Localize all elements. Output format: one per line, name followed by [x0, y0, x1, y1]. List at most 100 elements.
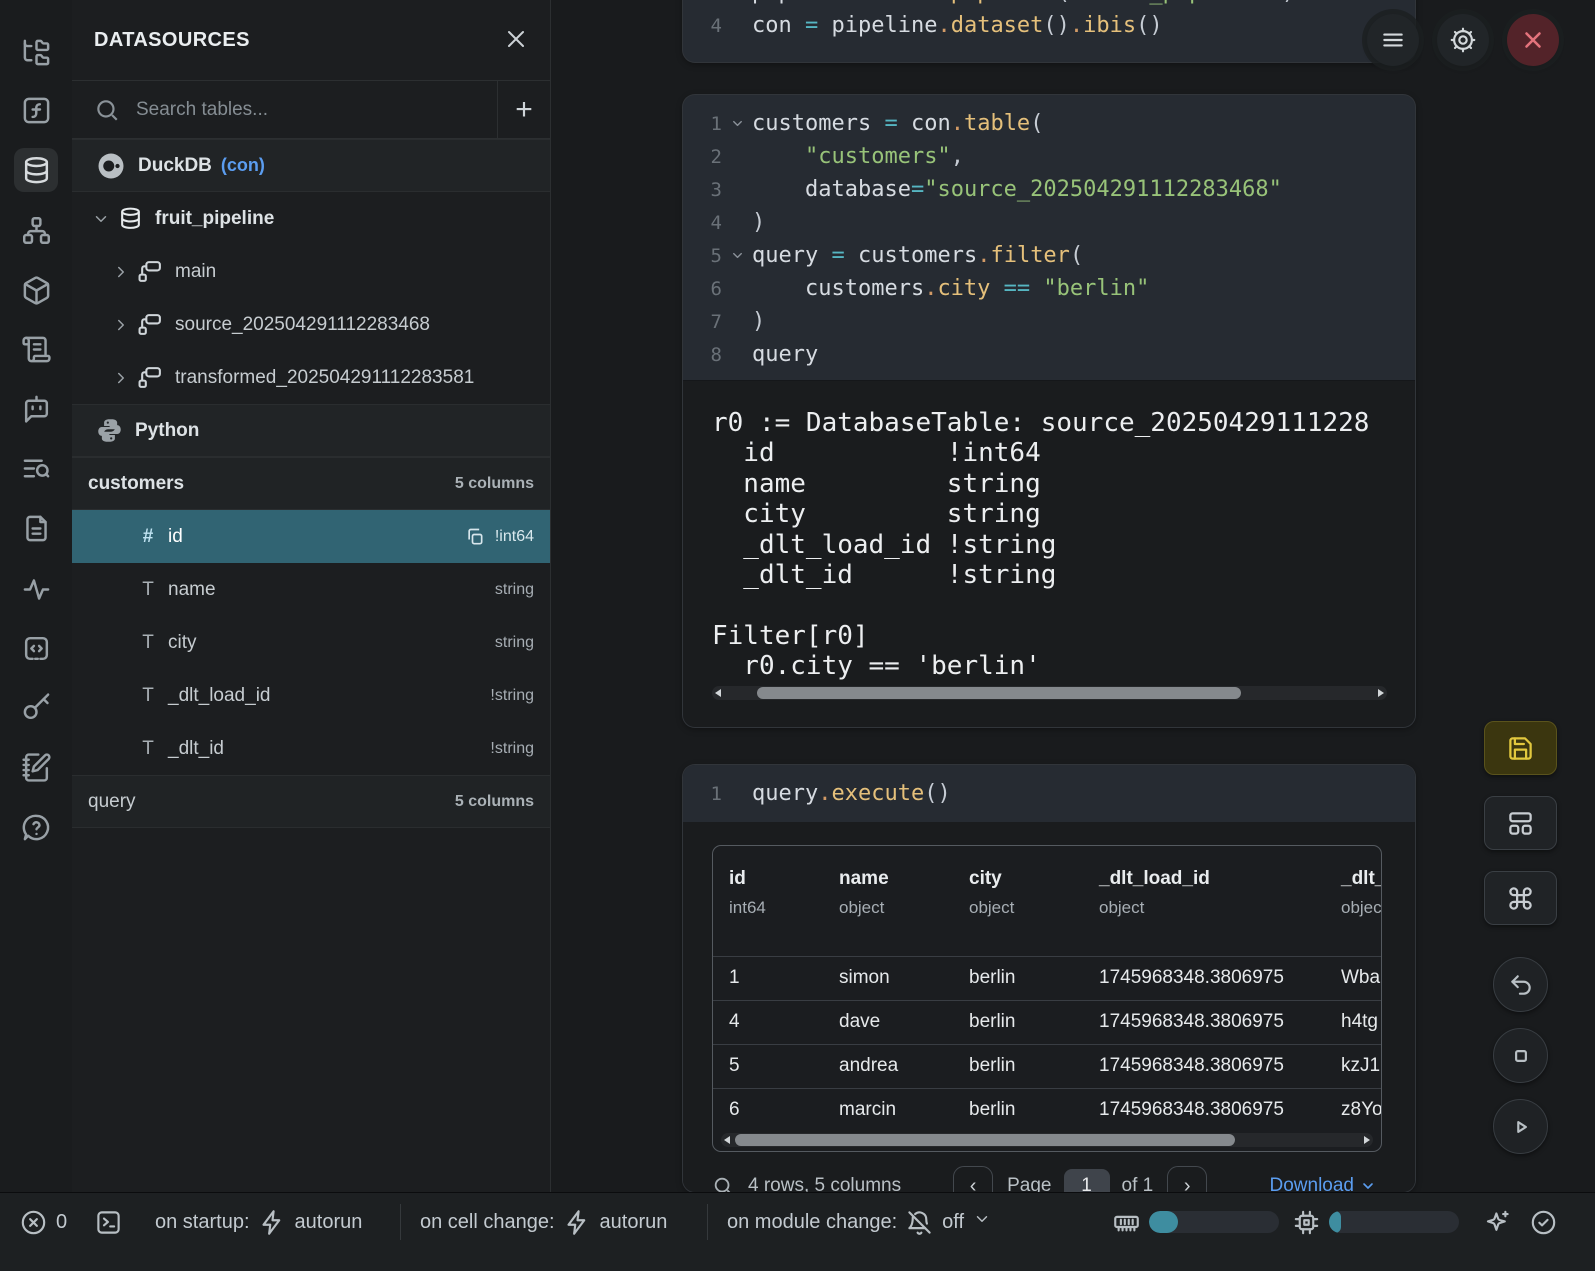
tree-item-main[interactable]: main	[72, 245, 550, 298]
layout-button[interactable]	[1484, 796, 1557, 850]
on-module-change-toggle[interactable]: on module change: off	[727, 1201, 991, 1243]
schema-icon	[138, 259, 163, 284]
fold-chevron-icon	[722, 248, 752, 263]
table-row-count: 4 rows, 5 columns	[748, 1175, 901, 1192]
code-editor[interactable]: 1customers = con.table(2 "customers",3 d…	[683, 95, 1415, 371]
activity-icon[interactable]	[14, 567, 58, 611]
cell-output: r0 := DatabaseTable: source_202504291112…	[683, 380, 1415, 727]
memory-icon	[1113, 1209, 1140, 1236]
table-hscrollbar[interactable]	[721, 1133, 1373, 1147]
on-startup-toggle[interactable]: on startup: autorun	[155, 1201, 362, 1243]
search-input[interactable]	[134, 98, 497, 122]
command-icon	[1507, 885, 1534, 912]
scroll-right-arrow[interactable]	[1378, 689, 1384, 697]
table-search-icon[interactable]	[712, 1175, 734, 1192]
on-cell-change-toggle[interactable]: on cell change: autorun	[420, 1201, 667, 1243]
chat-bot-icon[interactable]	[14, 386, 58, 430]
next-page-button[interactable]: ›	[1167, 1166, 1207, 1192]
code-editor[interactable]: 1query.execute()	[683, 765, 1415, 822]
panel-close-button[interactable]	[500, 24, 532, 56]
search-icon	[94, 97, 120, 123]
bell-off-icon	[906, 1209, 933, 1236]
python-icon	[96, 417, 123, 444]
tree-item-_dlt_id[interactable]: T_dlt_id!string	[72, 722, 550, 775]
copy-icon[interactable]	[465, 527, 485, 547]
download-button[interactable]: Download	[1264, 1174, 1383, 1192]
page-number[interactable]: 1	[1064, 1169, 1110, 1192]
save-button[interactable]	[1484, 721, 1557, 775]
column-header[interactable]: _dlt_load_id	[1099, 868, 1210, 890]
notebook-pen-icon[interactable]	[14, 745, 58, 789]
stop-button[interactable]	[1493, 1028, 1548, 1083]
ai-assistant-button[interactable]	[1484, 1201, 1511, 1243]
list-search-icon[interactable]	[14, 446, 58, 490]
table-row: 6marcinberlin1745968348.3806975z8Yo	[713, 1088, 1381, 1133]
code-editor[interactable]: 3pipeline = dlt.pipeline("fruit_pipeline…	[683, 0, 1415, 42]
code-square-icon[interactable]	[14, 626, 58, 670]
page-label: Page	[1007, 1175, 1051, 1192]
tree-item-city[interactable]: Tcitystring	[72, 616, 550, 669]
run-button[interactable]	[1493, 1099, 1548, 1154]
code-line: 4con = pipeline.dataset().ibis()	[683, 9, 1415, 42]
datasources-tree: DuckDB(con)fruit_pipelinemainsource_2025…	[72, 139, 550, 828]
settings-button[interactable]	[1437, 14, 1489, 66]
key-icon[interactable]	[14, 685, 58, 729]
result-table: idint64nameobjectcityobject_dlt_load_ido…	[712, 845, 1382, 1152]
terminal-button[interactable]	[95, 1201, 122, 1243]
chevron-down-icon	[1360, 1178, 1376, 1192]
tree-item-_dlt_load_id[interactable]: T_dlt_load_id!string	[72, 669, 550, 722]
help-chat-icon[interactable]	[14, 805, 58, 849]
zap-icon	[564, 1209, 591, 1236]
tree-item-fruit_pipeline[interactable]: fruit_pipeline	[72, 192, 550, 245]
table-row: 1simonberlin1745968348.3806975Wba	[713, 956, 1381, 1001]
add-datasource-button[interactable]: +	[497, 81, 550, 138]
errors-indicator[interactable]: 0	[20, 1201, 67, 1243]
file-tree-icon[interactable]	[14, 30, 58, 74]
duckdb-icon	[96, 151, 126, 181]
error-circle-icon	[20, 1209, 47, 1236]
undo-button[interactable]	[1493, 957, 1548, 1012]
command-palette-button[interactable]	[1484, 871, 1557, 925]
table-row: 4daveberlin1745968348.3806975h4tg	[713, 1000, 1381, 1045]
tree-item-customers[interactable]: customers5 columns	[72, 457, 550, 510]
package-box-icon[interactable]	[14, 268, 58, 312]
tree-item-id[interactable]: #id!int64	[72, 510, 550, 563]
check-circle-icon	[1530, 1209, 1557, 1236]
cpu-bar	[1329, 1211, 1459, 1233]
column-header[interactable]: city	[969, 868, 1002, 890]
cell-menu-button[interactable]	[1367, 14, 1419, 66]
prev-page-button[interactable]: ‹	[953, 1166, 993, 1192]
tree-item-python[interactable]: Python	[72, 404, 550, 457]
errors-count: 0	[56, 1211, 67, 1234]
code-line: 1query.execute()	[683, 777, 1415, 810]
file-text-icon[interactable]	[14, 506, 58, 550]
chevron-down-icon	[973, 1210, 991, 1228]
tree-item-transformed_202504291112283581[interactable]: transformed_202504291112283581	[72, 351, 550, 404]
scroll-left-arrow[interactable]	[715, 689, 721, 697]
dependency-graph-icon[interactable]	[14, 208, 58, 252]
tree-item-source_202504291112283468[interactable]: source_202504291112283468	[72, 298, 550, 351]
column-header[interactable]: _dlt_id	[1341, 868, 1382, 890]
code-line: 4)	[683, 206, 1415, 239]
shutdown-button[interactable]	[1507, 14, 1559, 66]
column-count: 5 columns	[455, 475, 534, 493]
datasources-icon[interactable]	[14, 148, 58, 192]
stop-icon	[1508, 1043, 1534, 1069]
output-hscrollbar[interactable]	[712, 686, 1387, 700]
tree-item-query[interactable]: query5 columns	[72, 775, 550, 828]
connection-status[interactable]	[1530, 1201, 1557, 1243]
scrollbar-thumb[interactable]	[735, 1134, 1235, 1146]
scroll-left-arrow[interactable]	[724, 1136, 730, 1144]
scroll-text-icon[interactable]	[14, 327, 58, 371]
datasources-panel: DATASOURCES + DuckDB(con)fruit_pipelinem…	[72, 0, 551, 1192]
column-header[interactable]: id	[729, 868, 746, 890]
scrollbar-thumb[interactable]	[757, 687, 1241, 699]
tree-item-duckdb[interactable]: DuckDB(con)	[72, 139, 550, 192]
schema-icon	[138, 312, 163, 337]
scroll-right-arrow[interactable]	[1364, 1136, 1370, 1144]
column-header[interactable]: name	[839, 868, 889, 890]
dtype-icon: T	[136, 685, 160, 707]
function-square-icon[interactable]	[14, 88, 58, 132]
tree-item-name[interactable]: Tnamestring	[72, 563, 550, 616]
dtype-icon: T	[136, 579, 160, 601]
